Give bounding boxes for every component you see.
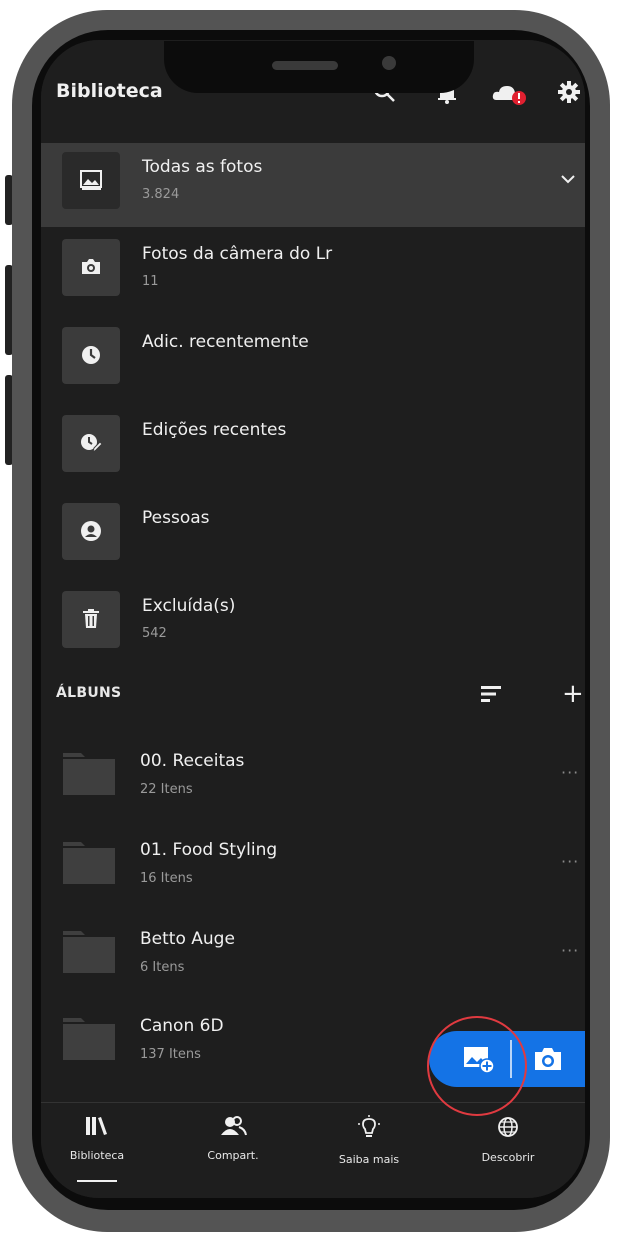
cloud-alert-icon[interactable]	[490, 78, 530, 106]
nav-label: Descobrir	[481, 1151, 535, 1164]
gear-icon[interactable]	[555, 78, 583, 106]
lightbulb-icon	[358, 1115, 380, 1137]
sort-icon[interactable]	[481, 685, 503, 703]
camera-capture-icon[interactable]	[533, 1046, 563, 1072]
library-item-count: 3.824	[142, 187, 180, 202]
photo-icon	[80, 170, 102, 190]
album-count: 16 Itens	[140, 871, 193, 886]
tile	[62, 591, 120, 648]
library-item-label: Edições recentes	[142, 420, 287, 440]
nav-item-learn[interactable]: Saiba mais	[314, 1115, 424, 1166]
album-item[interactable]: 01. Food Styling 16 Itens ···	[41, 830, 585, 918]
library-item-label: Pessoas	[142, 508, 210, 528]
album-label: Betto Auge	[140, 929, 235, 949]
library-item-recent-edits[interactable]: Edições recentes	[41, 406, 585, 490]
tile	[62, 503, 120, 560]
folder-icon	[63, 931, 115, 973]
nav-label: Biblioteca	[69, 1149, 125, 1162]
tile	[62, 239, 120, 296]
highlight-circle	[427, 1016, 527, 1116]
library-item-label: Excluída(s)	[142, 596, 236, 616]
tile	[62, 327, 120, 384]
album-item[interactable]: 00. Receitas 22 Itens ···	[41, 741, 585, 829]
album-count: 6 Itens	[140, 960, 185, 975]
phone-notch	[164, 41, 474, 93]
speaker-grille	[272, 61, 338, 70]
clock-icon	[82, 346, 100, 364]
tile	[62, 152, 120, 209]
library-item-count: 542	[142, 626, 167, 641]
library-item-label: Todas as fotos	[142, 157, 263, 177]
trash-icon	[83, 609, 99, 628]
nav-item-share[interactable]: Compart.	[178, 1115, 288, 1162]
share-people-icon	[221, 1116, 247, 1136]
bottom-nav: Biblioteca Compart. Saiba mais Descobrir	[41, 1102, 585, 1198]
nav-label: Saiba mais	[338, 1153, 400, 1166]
nav-active-indicator	[77, 1180, 117, 1182]
add-album-icon[interactable]: +	[562, 681, 584, 707]
album-label: Canon 6D	[140, 1016, 224, 1036]
library-item-people[interactable]: Pessoas	[41, 494, 585, 578]
globe-icon	[498, 1117, 518, 1137]
album-label: 00. Receitas	[140, 751, 245, 771]
albums-section-title: ÁLBUNS	[56, 685, 122, 701]
camera-icon	[82, 259, 100, 274]
front-camera	[382, 56, 396, 70]
album-label: 01. Food Styling	[140, 840, 278, 860]
library-item-all-photos[interactable]: Todas as fotos 3.824	[41, 143, 585, 227]
nav-item-library[interactable]: Biblioteca	[42, 1115, 152, 1162]
library-item-label: Adic. recentemente	[142, 332, 309, 352]
album-more-icon[interactable]: ···	[561, 852, 579, 871]
album-count: 137 Itens	[140, 1047, 201, 1062]
album-more-icon[interactable]: ···	[561, 763, 579, 782]
folder-icon	[63, 842, 115, 884]
clock-edit-icon	[81, 434, 103, 454]
nav-label: Compart.	[207, 1149, 259, 1162]
page-title: Biblioteca	[56, 80, 163, 102]
album-item[interactable]: Betto Auge 6 Itens ···	[41, 919, 585, 1007]
tile	[62, 415, 120, 472]
library-item-label: Fotos da câmera do Lr	[142, 244, 333, 264]
folder-icon	[63, 753, 115, 795]
library-item-count: 11	[142, 274, 159, 289]
library-item-recently-added[interactable]: Adic. recentemente	[41, 318, 585, 402]
album-more-icon[interactable]: ···	[561, 941, 579, 960]
library-item-camera-photos[interactable]: Fotos da câmera do Lr 11	[41, 230, 585, 314]
folder-icon	[63, 1018, 115, 1060]
album-count: 22 Itens	[140, 782, 193, 797]
person-icon	[81, 521, 101, 541]
library-icon	[86, 1117, 107, 1135]
chevron-down-icon[interactable]	[560, 171, 576, 187]
nav-item-discover[interactable]: Descobrir	[453, 1115, 563, 1164]
library-item-deleted[interactable]: Excluída(s) 542	[41, 582, 585, 666]
